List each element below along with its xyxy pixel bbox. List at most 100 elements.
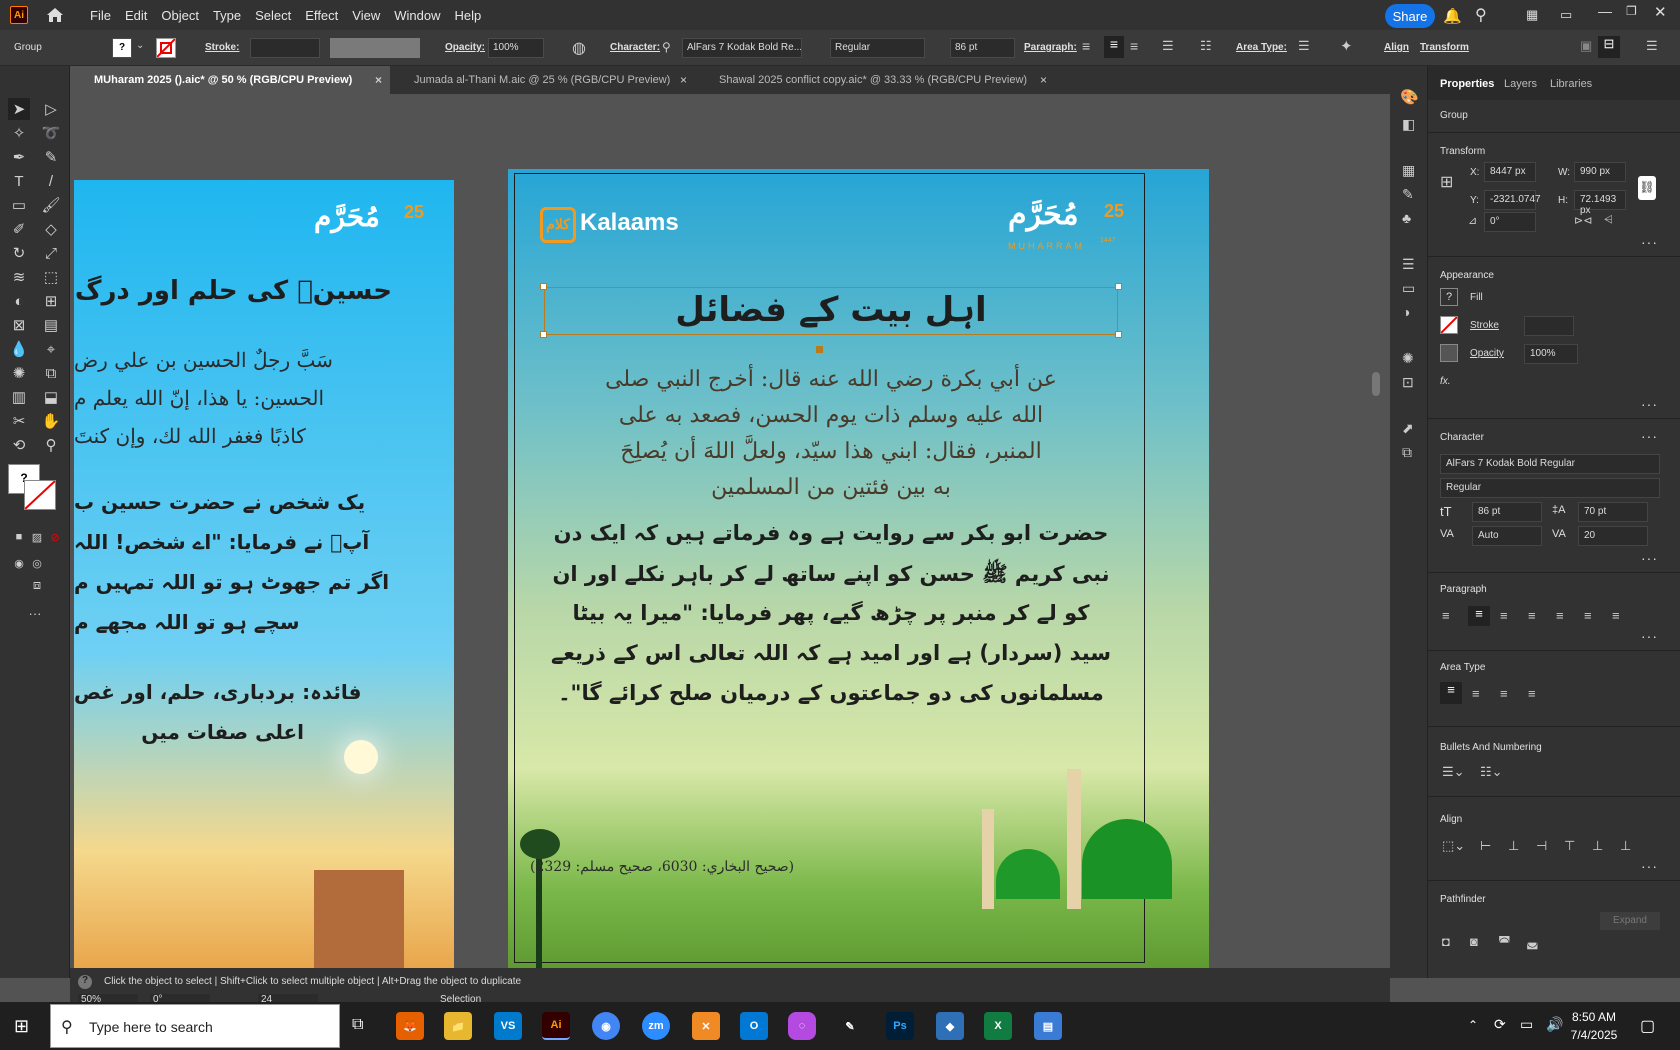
symbol-sprayer-icon[interactable]: ✺ [8,362,30,384]
transparency-icon[interactable]: ◑ [1402,304,1410,320]
paragraph-label[interactable]: Paragraph: [1024,42,1077,53]
workspace-icon[interactable]: ▦ [1526,7,1538,23]
tab-libraries[interactable]: Libraries [1550,78,1592,90]
stroke-color-box[interactable] [24,480,56,510]
xampp-icon[interactable]: ✕ [692,1012,720,1040]
fx-icon[interactable]: fx. [1440,376,1451,387]
arrange-icon[interactable]: ▭ [1560,7,1572,23]
stroke-swatch-panel[interactable] [1440,316,1458,334]
direct-selection-tool-icon[interactable]: ▷ [40,98,62,120]
menu-select[interactable]: Select [255,8,291,23]
more-options-icon[interactable]: ··· [1641,428,1658,444]
font-size-panel-field[interactable]: 86 pt [1472,502,1542,522]
taskbar-search[interactable]: ⚲ Type here to search [50,1004,340,1048]
width-tool-icon[interactable]: ≋ [8,266,30,288]
align-right-icon[interactable]: ≡ [1500,608,1508,623]
restore-icon[interactable]: ❐ [1626,4,1637,18]
x-field[interactable]: 8447 px [1484,162,1536,182]
none-mode-icon[interactable]: ⊘ [44,526,66,548]
file-explorer-icon[interactable]: 📁 [444,1012,472,1040]
font-family-panel-field[interactable]: AlFars 7 Kodak Bold Regular [1440,454,1660,474]
graphic-styles-icon[interactable]: ⊡ [1402,374,1414,391]
font-style-field[interactable]: Regular [830,38,925,58]
selection-tool-icon[interactable]: ➤ [8,98,30,120]
update-icon[interactable]: ⟳ [1494,1016,1506,1033]
mesh-tool-icon[interactable]: ⊠ [8,314,30,336]
artboard-left[interactable]: مُحَرَّم 25 حسینؓ کی حلم اور درگ سَبَّ ر… [74,180,454,970]
perspective-grid-icon[interactable]: ⊞ [40,290,62,312]
excel-icon[interactable]: X [984,1012,1012,1040]
align-to-icon[interactable]: ⬚⌄ [1442,838,1465,854]
selection-handle[interactable] [1115,331,1122,338]
magic-wand-icon[interactable]: ✧ [8,122,30,144]
align-center-icon[interactable]: ≡ [1104,36,1124,58]
illustrator-taskbar-icon[interactable]: Ai [542,1012,570,1040]
line-tool-icon[interactable]: / [40,170,62,192]
home-icon[interactable] [46,7,64,23]
panel-menu-icon[interactable]: ☰ [1646,38,1658,54]
menu-type[interactable]: Type [213,8,241,23]
close-window-icon[interactable]: ✕ [1654,3,1667,21]
close-icon[interactable]: × [680,73,687,87]
align-vertical-center-icon[interactable]: ⊥ [1592,838,1603,854]
expand-button[interactable]: Expand [1600,912,1660,930]
system-tray-chevron-icon[interactable]: ⌃ [1468,1018,1478,1032]
font-family-field[interactable]: AlFars 7 Kodak Bold Re... [682,38,802,58]
creative-cloud-icon[interactable]: ◌ [788,1012,816,1040]
numbering-panel-icon[interactable]: ☷⌄ [1480,764,1503,780]
notes-app-icon[interactable]: ▤ [1034,1012,1062,1040]
symbols-icon[interactable]: ♣ [1402,210,1411,226]
y-field[interactable]: -2321.0747 [1484,190,1541,210]
scale-tool-icon[interactable]: ⤢ [40,242,62,264]
menu-help[interactable]: Help [454,8,481,23]
transform-link[interactable]: Transform [1420,42,1469,53]
vertical-scrollbar-thumb[interactable] [1372,372,1380,396]
opacity-label-panel[interactable]: Opacity [1470,348,1504,359]
character-label[interactable]: Character: [610,42,660,53]
tab-muharam[interactable]: MUharam 2025 ().aic* @ 50 % (RGB/CPU Pre… [70,66,390,94]
menu-view[interactable]: View [352,8,380,23]
flip-vertical-icon[interactable]: ⩤ [1604,214,1613,227]
screen-mode-icon[interactable]: ⧈ [26,574,48,596]
height-field[interactable]: 72.1493 px [1574,190,1626,216]
zoom-tool-icon[interactable]: ⚲ [40,434,62,456]
rectangle-tool-icon[interactable]: ▭ [8,194,30,216]
constrain-proportions-icon[interactable]: ⛓ [1638,176,1656,200]
selection-handle[interactable] [540,331,547,338]
task-view-icon[interactable]: ⧉ [352,1016,363,1034]
firefox-icon[interactable]: 🦊 [396,1012,424,1040]
chevron-down-icon[interactable]: ⌄ [136,40,144,51]
stroke-label[interactable]: Stroke: [205,42,239,53]
align-link[interactable]: Align [1384,42,1409,53]
more-options-icon[interactable]: ··· [1641,234,1658,250]
lasso-icon[interactable]: ➰ [40,122,62,144]
width-field[interactable]: 990 px [1574,162,1626,182]
clock-time[interactable]: 8:50 AM [1570,1010,1618,1024]
artboards-panel-icon[interactable]: ⧉ [1402,444,1412,461]
align-left-edge-icon[interactable]: ⊢ [1480,838,1491,854]
more-tools-icon[interactable]: ··· [24,602,46,624]
slice-tool-icon[interactable]: ⧉ [40,362,62,384]
bullets-icon[interactable]: ☰ [1162,38,1174,54]
eraser-icon[interactable]: ◇ [40,218,62,240]
main-title[interactable]: اہل بیت کے فضائل [544,289,1118,330]
bullets-panel-icon[interactable]: ☰⌄ [1442,764,1465,780]
justify-right-icon[interactable]: ≡ [1584,608,1592,623]
help-icon[interactable]: ? [78,975,92,989]
more-options-icon[interactable]: ··· [1641,858,1658,874]
exclude-icon[interactable]: ◛ [1526,934,1539,950]
reference-point-icon[interactable]: ⊞ [1440,172,1453,192]
menu-edit[interactable]: Edit [125,8,147,23]
shaper-tool-icon[interactable]: ✐ [8,218,30,240]
align-horizontal-center-icon[interactable]: ⊥ [1508,838,1519,854]
unite-icon[interactable]: ◘ [1442,934,1450,949]
selection-handle[interactable] [816,346,823,353]
close-icon[interactable]: × [1040,73,1047,87]
chrome-icon[interactable]: ◉ [592,1012,620,1040]
selection-handle[interactable] [540,283,547,290]
libraries-icon[interactable]: ▦ [1402,162,1415,179]
search-icon[interactable]: ⚲ [1475,5,1487,25]
justify-left-icon[interactable]: ≡ [1528,608,1536,623]
draw-behind-icon[interactable]: ◎ [26,552,48,574]
free-transform-icon[interactable]: ⬚ [40,266,62,288]
